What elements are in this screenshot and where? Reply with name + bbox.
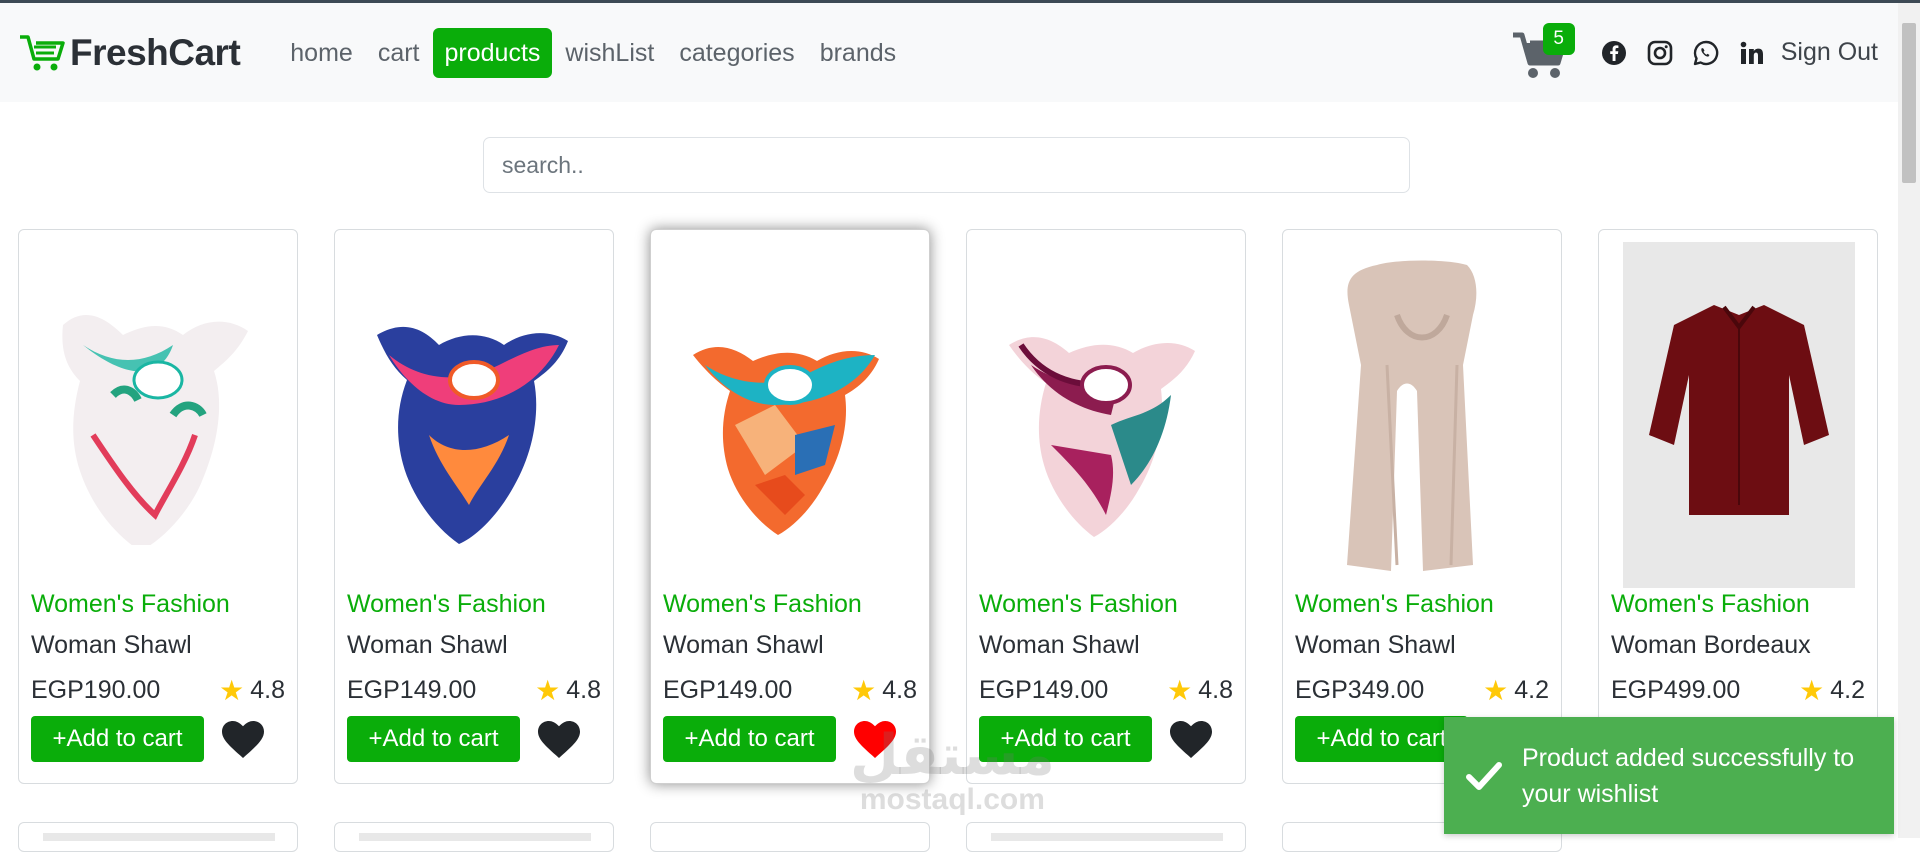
star-icon: ★ bbox=[219, 674, 245, 706]
product-image[interactable] bbox=[663, 242, 917, 588]
product-image-edge bbox=[43, 833, 275, 841]
scarf-image bbox=[377, 326, 568, 544]
product-card-partial[interactable] bbox=[966, 822, 1246, 852]
add-to-cart-button[interactable]: +Add to cart bbox=[31, 716, 204, 762]
product-category[interactable]: Women's Fashion bbox=[979, 590, 1178, 619]
brand-logo[interactable]: FreshCart bbox=[18, 31, 241, 75]
toast-notification[interactable]: Product added successfully to your wishl… bbox=[1444, 717, 1894, 834]
product-category[interactable]: Women's Fashion bbox=[1611, 590, 1810, 619]
product-rating: ★ 4.2 bbox=[1483, 676, 1549, 705]
rating-value: 4.8 bbox=[566, 676, 601, 704]
add-to-cart-button[interactable]: +Add to cart bbox=[1295, 716, 1468, 762]
product-card-partial[interactable] bbox=[650, 822, 930, 852]
product-card[interactable]: Women's Fashion Woman Shawl EGP149.00 ★ … bbox=[650, 229, 930, 784]
product-price: EGP149.00 bbox=[979, 676, 1109, 704]
product-rating: ★ 4.8 bbox=[535, 676, 601, 705]
star-icon: ★ bbox=[851, 674, 877, 706]
scrollbar-thumb[interactable] bbox=[1902, 23, 1916, 183]
scarf-image bbox=[693, 347, 879, 535]
product-image[interactable] bbox=[979, 242, 1233, 588]
heart-icon[interactable] bbox=[221, 720, 265, 760]
search-input[interactable] bbox=[483, 137, 1410, 193]
product-card-partial[interactable] bbox=[334, 822, 614, 852]
nav-link-cart[interactable]: cart bbox=[366, 28, 432, 78]
watermark-arabic: مستقل bbox=[850, 723, 1055, 786]
facebook-icon[interactable] bbox=[1601, 40, 1627, 66]
product-price: EGP149.00 bbox=[663, 676, 793, 704]
add-to-cart-button[interactable]: +Add to cart bbox=[347, 716, 520, 762]
product-rating: ★ 4.8 bbox=[851, 676, 917, 705]
product-price: EGP499.00 bbox=[1611, 676, 1741, 704]
product-image[interactable] bbox=[347, 242, 601, 588]
rating-value: 4.2 bbox=[1830, 676, 1865, 704]
whatsapp-icon[interactable] bbox=[1693, 40, 1719, 66]
product-image[interactable] bbox=[1295, 242, 1549, 588]
product-image[interactable] bbox=[31, 242, 285, 588]
product-name[interactable]: Woman Shawl bbox=[663, 631, 824, 660]
product-rating: ★ 4.2 bbox=[1799, 676, 1865, 705]
nav-link-home[interactable]: home bbox=[278, 28, 365, 78]
cart-count-badge: 5 bbox=[1542, 22, 1575, 55]
product-card[interactable]: Women's Fashion Woman Shawl EGP149.00 ★ … bbox=[334, 229, 614, 784]
product-price: EGP149.00 bbox=[347, 676, 477, 704]
product-card-partial[interactable] bbox=[18, 822, 298, 852]
rating-value: 4.2 bbox=[1514, 676, 1549, 704]
product-price: EGP349.00 bbox=[1295, 676, 1425, 704]
product-name[interactable]: Woman Shawl bbox=[1295, 631, 1456, 660]
product-image-edge bbox=[359, 833, 591, 841]
nav-right: 5 Sign Out bbox=[1511, 3, 1878, 102]
shopping-cart-logo-icon bbox=[20, 34, 65, 70]
product-category[interactable]: Women's Fashion bbox=[31, 590, 230, 619]
add-to-cart-button[interactable]: +Add to cart bbox=[663, 716, 836, 762]
product-name[interactable]: Woman Shawl bbox=[31, 631, 192, 660]
nav-link-wishlist[interactable]: wishList bbox=[553, 28, 666, 78]
product-category[interactable]: Women's Fashion bbox=[1295, 590, 1494, 619]
nav-links: home cart products wishList categories b… bbox=[278, 27, 909, 78]
nav-link-products[interactable]: products bbox=[432, 27, 553, 78]
heart-icon[interactable] bbox=[537, 720, 581, 760]
linkedin-icon[interactable] bbox=[1739, 40, 1765, 66]
scarf-image bbox=[1009, 337, 1195, 537]
page-scrollbar[interactable] bbox=[1898, 3, 1920, 838]
product-name[interactable]: Woman Shawl bbox=[979, 631, 1140, 660]
heart-icon[interactable] bbox=[1169, 720, 1213, 760]
nav-link-brands[interactable]: brands bbox=[808, 28, 908, 78]
product-rating: ★ 4.8 bbox=[219, 676, 285, 705]
product-category[interactable]: Women's Fashion bbox=[347, 590, 546, 619]
rating-value: 4.8 bbox=[250, 676, 285, 704]
product-card[interactable]: Women's Fashion Woman Shawl EGP149.00 ★ … bbox=[966, 229, 1246, 784]
product-name[interactable]: Woman Shawl bbox=[347, 631, 508, 660]
watermark: مستقل mostaql.com bbox=[850, 725, 1055, 815]
nav-link-categories[interactable]: categories bbox=[667, 28, 806, 78]
navbar: FreshCart home cart products wishList ca… bbox=[0, 3, 1898, 102]
scarf-image bbox=[62, 315, 248, 545]
shirt-image bbox=[1649, 305, 1829, 515]
cart-button[interactable]: 5 bbox=[1511, 22, 1575, 81]
rating-value: 4.8 bbox=[882, 676, 917, 704]
instagram-icon[interactable] bbox=[1647, 40, 1673, 66]
toast-message: Product added successfully to your wishl… bbox=[1522, 743, 1855, 808]
product-price: EGP190.00 bbox=[31, 676, 161, 704]
brand-name: FreshCart bbox=[70, 31, 241, 73]
product-rating: ★ 4.8 bbox=[1167, 676, 1233, 705]
star-icon: ★ bbox=[1483, 674, 1509, 706]
watermark-latin: mostaql.com bbox=[859, 783, 1045, 816]
star-icon: ★ bbox=[535, 674, 561, 706]
product-name[interactable]: Woman Bordeaux bbox=[1611, 631, 1811, 660]
product-card[interactable]: Women's Fashion Woman Shawl EGP190.00 ★ … bbox=[18, 229, 298, 784]
sign-out-link[interactable]: Sign Out bbox=[1781, 38, 1878, 67]
product-card[interactable]: Women's Fashion Woman Bordeaux EGP499.00… bbox=[1598, 229, 1878, 784]
product-category[interactable]: Women's Fashion bbox=[663, 590, 862, 619]
product-card[interactable]: Women's Fashion Woman Shawl EGP349.00 ★ … bbox=[1282, 229, 1562, 784]
scarf-image bbox=[1347, 260, 1477, 571]
product-image-edge bbox=[991, 833, 1223, 841]
rating-value: 4.8 bbox=[1198, 676, 1233, 704]
star-icon: ★ bbox=[1167, 674, 1193, 706]
star-icon: ★ bbox=[1799, 674, 1825, 706]
checkmark-icon bbox=[1466, 761, 1502, 790]
product-image[interactable] bbox=[1623, 242, 1855, 588]
